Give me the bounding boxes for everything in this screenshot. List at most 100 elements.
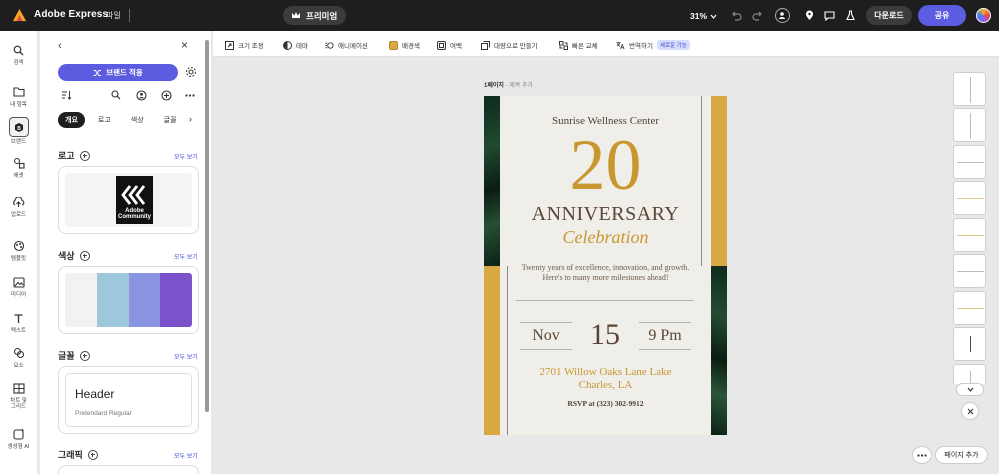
adobe-express-logo-icon[interactable]: [12, 8, 27, 23]
close-pages-button[interactable]: [961, 402, 979, 420]
upload-icon: [11, 194, 27, 210]
leaf-image-bottom-right[interactable]: [711, 266, 727, 435]
apply-brand-button[interactable]: 브랜드 적용: [58, 64, 178, 81]
page-thumbnail[interactable]: [953, 145, 986, 179]
toolbar-theme[interactable]: 테마: [283, 40, 308, 50]
add-page-button[interactable]: 페이지 추가: [935, 446, 988, 464]
anniversary-number[interactable]: 20: [484, 129, 727, 201]
toolbar-translate[interactable]: 번역하기 새로운 기능: [616, 40, 690, 50]
rail-item-generative-ai[interactable]: 생성형 AI: [0, 426, 37, 450]
chip-colors[interactable]: 색상: [124, 112, 151, 128]
font-card[interactable]: Header Pretendard Regular: [58, 366, 199, 434]
see-all-graphics-link[interactable]: 모두 보기: [174, 451, 198, 460]
crown-icon: [292, 12, 300, 18]
add-color-icon[interactable]: [79, 250, 90, 261]
gold-bar-bottom-left[interactable]: [484, 266, 500, 435]
toolbar-bulk-create[interactable]: 대량으로 만들기: [481, 40, 538, 50]
page-thumbnail[interactable]: [953, 218, 986, 252]
share-user-icon[interactable]: [134, 88, 148, 102]
download-button[interactable]: 다운로드: [866, 6, 912, 25]
location-pin-icon[interactable]: [802, 8, 817, 23]
celebration-heading[interactable]: Celebration: [484, 227, 727, 248]
rail-item-charts[interactable]: 차트 및 그리드: [0, 380, 37, 411]
description-text[interactable]: Twenty years of excellence, innovation, …: [484, 263, 727, 284]
text-icon: [11, 310, 27, 326]
rail-item-assets[interactable]: 에셋: [0, 155, 37, 179]
rail-label: 텍스트: [10, 328, 27, 334]
add-logo-icon[interactable]: [79, 150, 90, 161]
page-thumbnail[interactable]: [953, 327, 986, 361]
event-time[interactable]: 9 Pm: [639, 327, 691, 345]
rail-item-upload[interactable]: 업로드: [0, 194, 37, 218]
rail-item-text[interactable]: 텍스트: [0, 310, 37, 334]
premium-button[interactable]: 프리미엄: [283, 6, 347, 25]
undo-icon[interactable]: [729, 8, 744, 23]
app-name: Adobe Express: [34, 9, 109, 20]
more-pages-button[interactable]: [912, 446, 932, 464]
back-arrow-icon[interactable]: ‹: [58, 40, 62, 52]
folder-icon: [11, 84, 27, 100]
toolbar-background-color[interactable]: 배경색: [389, 40, 420, 50]
logo-text: Community: [118, 214, 151, 220]
gear-icon[interactable]: [185, 66, 197, 78]
more-options-icon[interactable]: [183, 88, 197, 102]
scroll-down-button[interactable]: [956, 383, 984, 396]
page-title[interactable]: 1페이지 - 제목 추가: [484, 80, 533, 89]
translate-icon: [616, 41, 625, 50]
toolbar-label: 빠른 교체: [572, 43, 598, 50]
page-thumbnail[interactable]: [953, 181, 986, 215]
toolbar-resize[interactable]: 크기 조정: [225, 40, 264, 50]
file-menu[interactable]: 파일: [106, 10, 121, 21]
toolbar-margin[interactable]: 여백: [437, 40, 462, 50]
add-icon[interactable]: [159, 88, 173, 102]
rail-label: 템플릿: [10, 256, 27, 262]
chip-fonts[interactable]: 글꼴: [157, 112, 184, 128]
event-month[interactable]: Nov: [520, 327, 572, 345]
search-icon[interactable]: [109, 88, 123, 102]
rail-item-brand[interactable]: B 브랜드: [0, 117, 37, 145]
avatar[interactable]: [976, 8, 991, 23]
redo-icon[interactable]: [750, 8, 765, 23]
see-all-colors-link[interactable]: 모두 보기: [174, 252, 198, 261]
toolbar-animation[interactable]: 애니메이션: [325, 40, 368, 50]
event-day[interactable]: 15: [580, 318, 630, 352]
add-font-icon[interactable]: [79, 350, 90, 361]
elements-icon: [11, 345, 27, 361]
graphics-card[interactable]: [58, 465, 199, 474]
page-thumbnail[interactable]: [953, 254, 986, 288]
chip-overview[interactable]: 개요: [58, 112, 85, 128]
see-all-logo-link[interactable]: 모두 보기: [174, 152, 198, 161]
page-thumbnail[interactable]: [953, 108, 986, 142]
panel-scrollbar[interactable]: [205, 40, 209, 412]
share-button[interactable]: 공유: [918, 5, 966, 26]
logo-card[interactable]: Adobe Community: [58, 166, 199, 234]
lab-flask-icon[interactable]: [843, 8, 858, 23]
event-address[interactable]: 2701 Willow Oaks Lane Lake Charles, LA: [484, 366, 727, 392]
anniversary-heading[interactable]: ANNIVERSARY: [484, 203, 727, 226]
rail-item-search[interactable]: 검색: [0, 42, 37, 66]
left-rail: 검색 내 항목 B 브랜드 에셋 업로드 템플릿 미디어 텍스트 요소 차트 및…: [0, 31, 37, 474]
comment-icon[interactable]: [822, 8, 837, 23]
ai-icon: [11, 426, 27, 442]
brand-icon: B: [8, 117, 29, 137]
sort-icon[interactable]: [59, 88, 73, 102]
page-thumbnail[interactable]: [953, 364, 986, 384]
rail-item-templates[interactable]: 템플릿: [0, 238, 37, 262]
rail-item-my-items[interactable]: 내 항목: [0, 84, 37, 108]
color-palette-card[interactable]: [58, 266, 199, 334]
see-all-fonts-link[interactable]: 모두 보기: [174, 352, 198, 361]
toolbar-quick-swap[interactable]: 빠른 교체: [559, 40, 598, 50]
close-icon[interactable]: ×: [181, 38, 188, 52]
page-thumbnail[interactable]: [953, 291, 986, 325]
chevron-right-icon[interactable]: ›: [189, 114, 192, 124]
address-line: 2701 Willow Oaks Lane Lake: [539, 366, 672, 378]
design-page[interactable]: Sunrise Wellness Center 20 ANNIVERSARY C…: [484, 96, 727, 435]
page-thumbnail[interactable]: [953, 72, 986, 106]
rail-item-elements[interactable]: 요소: [0, 345, 37, 369]
add-graphic-icon[interactable]: [87, 449, 98, 460]
rsvp-text[interactable]: RSVP at (323) 302-9912: [484, 399, 727, 408]
chip-logo[interactable]: 로고: [91, 112, 118, 128]
rail-item-media[interactable]: 미디어: [0, 274, 37, 298]
zoom-control[interactable]: 31%: [690, 11, 717, 21]
invite-user-icon[interactable]: [775, 8, 790, 23]
